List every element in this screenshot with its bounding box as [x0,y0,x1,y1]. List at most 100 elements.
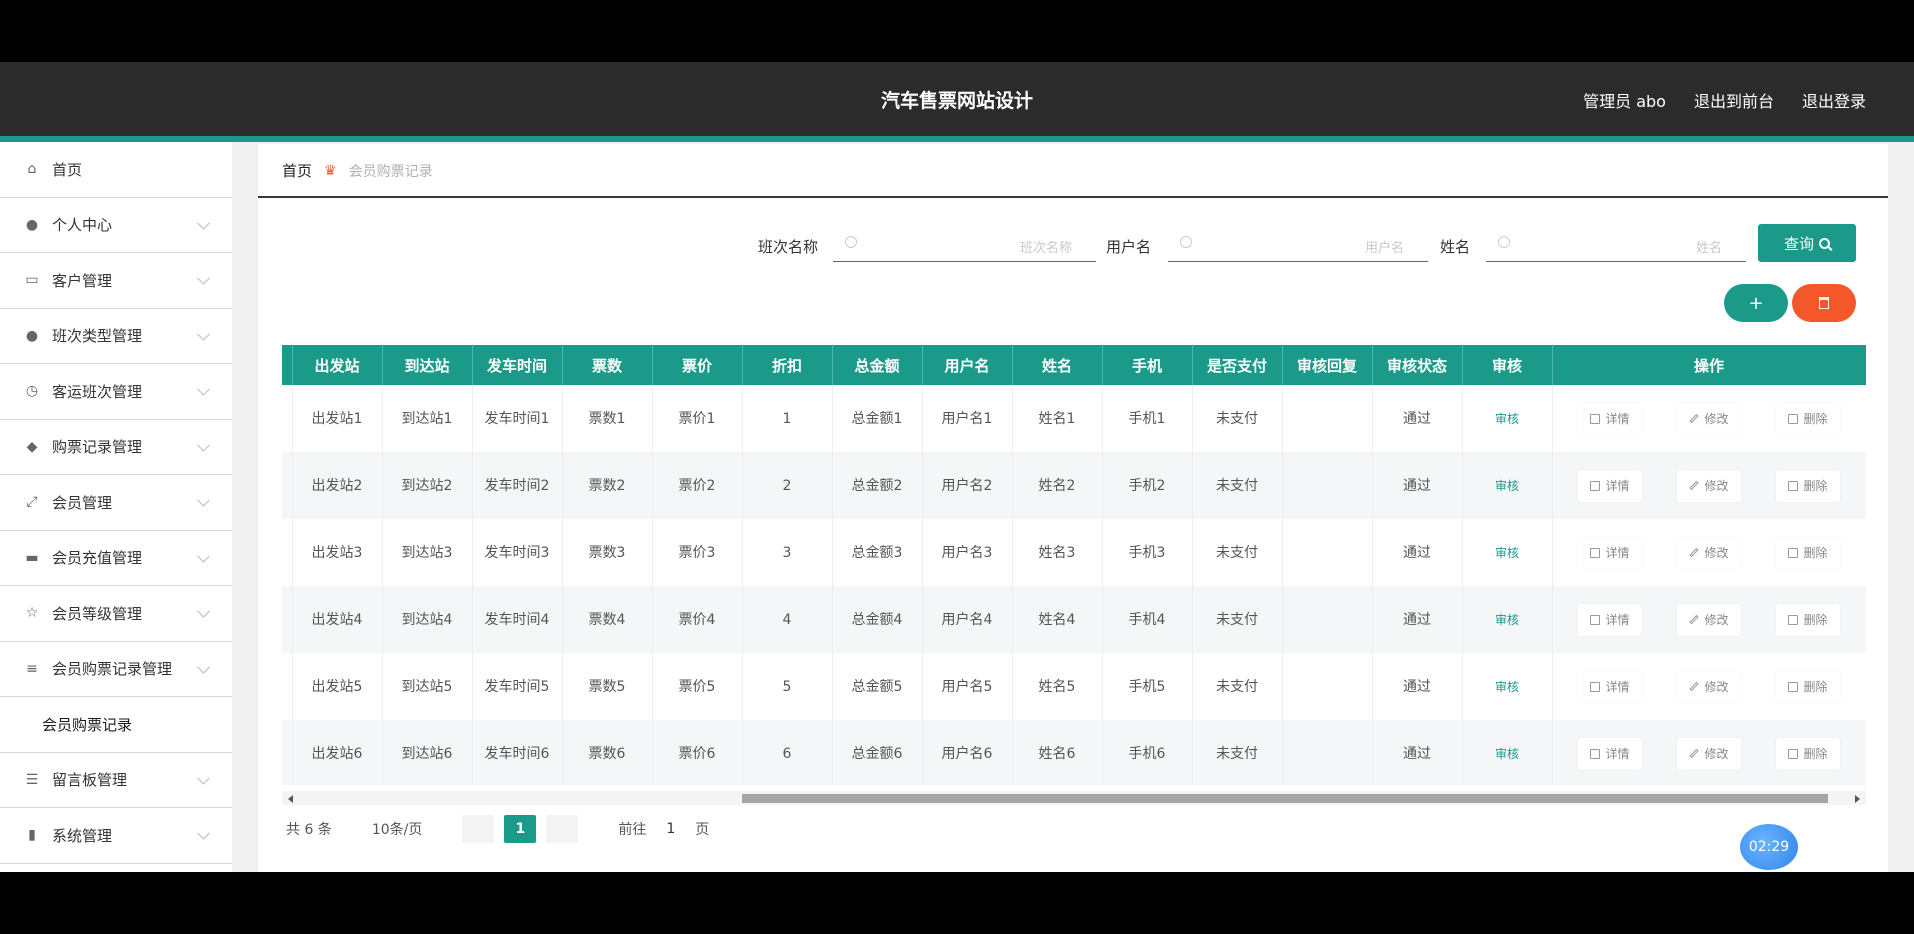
cell-total: 总金额1 [832,385,923,452]
chevron-down-icon [197,327,210,341]
search-label-username: 用户名 [1106,238,1152,256]
goto-page-input[interactable]: 1 [666,821,675,837]
sidebar-item-9[interactable]: ≡ 会员购票记录管理 [0,642,232,697]
cell-username: 用户名5 [922,653,1013,720]
operation-buttons: 详情 修改 删除 [1553,603,1866,636]
batch-delete-button[interactable] [1792,284,1856,322]
breadcrumb-home[interactable]: 首页 [282,160,312,181]
delete-button[interactable]: 删除 [1776,603,1840,636]
sidebar-item-2[interactable]: ▭ 客户管理 [0,253,232,309]
cell-time: 发车时间2 [472,452,563,519]
audit-link[interactable]: 审核 [1495,412,1519,426]
horizontal-scrollbar[interactable] [282,791,1866,805]
admin-user-link[interactable]: 管理员 abo [1583,88,1666,112]
pagination: 共 6 条 10条/页 1 前往 1 页 [286,812,709,846]
search-label-class-name: 班次名称 [758,238,819,256]
prev-page-button[interactable] [462,815,495,843]
edit-button[interactable]: 修改 [1677,536,1741,569]
row-spacer [282,586,293,653]
edit-button[interactable]: 修改 [1677,603,1741,636]
table-header-cell: 是否支付 [1192,345,1283,385]
detail-button[interactable]: 详情 [1578,536,1642,569]
card-icon: ▬ [25,549,39,566]
sidebar-item-0[interactable]: ⌂ 首页 [0,142,232,198]
detail-button[interactable]: 详情 [1578,402,1642,435]
breadcrumb-divider [258,196,1888,198]
edit-button[interactable]: 修改 [1677,469,1741,502]
cell-audit: 审核 [1462,385,1553,452]
audit-link[interactable]: 审核 [1495,479,1519,493]
cell-status: 通过 [1372,653,1463,720]
audit-link[interactable]: 审核 [1495,747,1519,761]
cell-count: 票数6 [562,720,653,785]
table-header-cell: 操作 [1552,345,1866,385]
table-header-spacer [282,345,293,385]
chevron-down-icon [197,494,210,507]
delete-button[interactable]: 删除 [1776,469,1840,502]
table-header-cell: 票价 [652,345,743,385]
cell-reply [1282,720,1373,785]
detail-button[interactable]: 详情 [1578,469,1642,502]
cell-operations: 详情 修改 删除 [1552,452,1866,519]
header-links: 管理员 abo 退出到前台 退出登录 [1583,88,1866,112]
cell-time: 发车时间5 [472,653,563,720]
pager-size-select[interactable]: 10条/页 [372,819,423,839]
cell-to: 到达站4 [382,586,473,653]
add-button[interactable]: + [1724,284,1788,322]
document-icon [1590,748,1601,759]
chevron-down-icon [197,660,210,674]
page-unit-label: 页 [695,822,710,838]
logout-link[interactable]: 退出登录 [1802,88,1866,112]
sidebar-item-12[interactable]: ▮ 系统管理 [0,808,232,864]
audit-link[interactable]: 审核 [1495,680,1519,694]
delete-button[interactable]: 删除 [1776,670,1840,703]
detail-button[interactable]: 详情 [1578,603,1642,636]
delete-button[interactable]: 删除 [1776,737,1840,770]
exit-to-front-link[interactable]: 退出到前台 [1694,88,1774,112]
scroll-thumb[interactable] [742,794,1828,803]
delete-button[interactable]: 删除 [1776,536,1840,569]
sidebar-item-8[interactable]: ☆ 会员等级管理 [0,586,232,642]
detail-button[interactable]: 详情 [1578,737,1642,770]
cell-time: 发车时间1 [472,385,563,452]
delete-button-label: 删除 [1803,411,1828,426]
search-input-name[interactable]: 姓名 [1486,228,1746,262]
current-page[interactable]: 1 [504,815,537,843]
cell-audit: 审核 [1462,519,1553,586]
edit-button[interactable]: 修改 [1677,737,1741,770]
chevron-down-icon [197,272,210,285]
sidebar-item-5[interactable]: ◆ 购票记录管理 [0,420,232,475]
submenu-item-member-ticket-records[interactable]: 会员购票记录 [0,697,232,753]
next-page-button[interactable] [546,815,579,843]
sidebar-item-label: 个人中心 [52,216,113,235]
scroll-left-icon[interactable] [288,795,293,803]
sidebar-item-1[interactable]: ● 个人中心 [0,198,232,253]
edit-button[interactable]: 修改 [1677,670,1741,703]
table-header-cell: 审核 [1462,345,1553,385]
edit-button[interactable]: 修改 [1677,402,1741,435]
table-header-cell: 总金额 [832,345,923,385]
cell-paid: 未支付 [1192,720,1283,785]
sidebar-item-label: 班次类型管理 [52,327,143,346]
query-button[interactable]: 查询 [1758,224,1856,262]
search-input-class-name[interactable]: 班次名称 [833,228,1096,262]
detail-button[interactable]: 详情 [1578,670,1642,703]
sidebar-item-3[interactable]: ● 班次类型管理 [0,309,232,364]
sidebar-item-label: 购票记录管理 [52,438,143,457]
clock-icon: ◷ [25,383,39,400]
audit-link[interactable]: 审核 [1495,613,1519,627]
audit-link[interactable]: 审核 [1495,546,1519,560]
delete-button[interactable]: 删除 [1776,402,1840,435]
cell-from: 出发站5 [292,653,383,720]
sidebar-item-6[interactable]: ⤢ 会员管理 [0,475,232,531]
search-input-username[interactable]: 用户名 [1168,228,1428,262]
chevron-down-icon [197,827,210,840]
table-body: 出发站1 到达站1 发车时间1 票数1 票价1 1 总金额1 用户名1 姓名1 手机1 未支付 通过审… [282,385,1866,785]
sidebar-item-7[interactable]: ▬ 会员充值管理 [0,531,232,586]
edit-button-label: 修改 [1704,478,1729,493]
cell-paid: 未支付 [1192,586,1283,653]
search-placeholder: 姓名 [1695,241,1722,256]
scroll-right-icon[interactable] [1855,795,1860,803]
sidebar-item-4[interactable]: ◷ 客运班次管理 [0,364,232,420]
sidebar-item-11[interactable]: ☰ 留言板管理 [0,753,232,808]
